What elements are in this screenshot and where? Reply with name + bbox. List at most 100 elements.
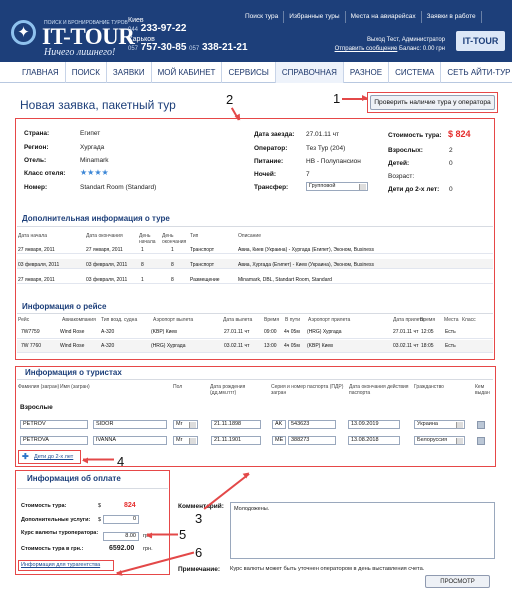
- annotation-arrow-1: [342, 95, 368, 101]
- region-value: Хургада: [80, 144, 105, 151]
- menu-network[interactable]: СЕТЬ АЙТИ-ТУР: [441, 62, 512, 83]
- phone-kiev: 044 233-97-22: [128, 23, 187, 34]
- menu-search[interactable]: ПОИСК: [66, 61, 107, 83]
- top-link-flights[interactable]: Места на авиарейсах: [346, 11, 422, 23]
- annotation-arrow-4: [83, 459, 114, 461]
- name-input[interactable]: IVANNA: [93, 436, 167, 445]
- currency-rate-input[interactable]: 8.00: [103, 532, 139, 541]
- annotation-number-6: 6: [195, 545, 203, 560]
- citizenship-select[interactable]: Белоруссия: [414, 436, 465, 445]
- phone-kharkiv: 057 757-30-85 057 338-21-21: [128, 42, 248, 53]
- currency-rate-label: Курс валюты туроператора:: [21, 530, 99, 536]
- table-row: 27 января, 2011 03 февраля, 2011 1 8 Размеще…: [17, 274, 493, 284]
- main-menu: ГЛАВНАЯ ПОИСК ЗАЯВКИ МОЙ КАБИНЕТ СЕРВИСЫ…: [0, 61, 512, 83]
- top-link-favorites[interactable]: Избранные туры: [284, 11, 346, 23]
- children-label: Детей:: [388, 160, 410, 167]
- tourists-table-header: Фамилия (загран) Имя (загран) Пол Дата рожд…: [18, 384, 490, 396]
- transfer-select[interactable]: Групповой: [306, 182, 368, 191]
- surname-input[interactable]: PETROV: [20, 420, 88, 429]
- passport-series-input[interactable]: ME: [272, 436, 286, 445]
- surname-input[interactable]: PETROVA: [20, 436, 88, 445]
- payment-currency: $: [98, 503, 102, 509]
- menu-requests[interactable]: ЗАЯВКИ: [107, 61, 152, 83]
- birth-date-input[interactable]: 21.11.1901: [211, 436, 261, 445]
- issuer-icon[interactable]: [477, 437, 485, 445]
- message-link[interactable]: Отправить сообщение: [335, 46, 398, 52]
- logo-star-icon: ✦: [11, 20, 36, 45]
- passport-number-input[interactable]: 388273: [288, 436, 336, 445]
- plus-icon[interactable]: ✚: [22, 452, 29, 461]
- flight-table-header: Рейс Авиакомпания Тип возд. судна Аэропорт …: [18, 317, 476, 323]
- food-value: HB - Полупансион: [306, 158, 361, 165]
- logo[interactable]: IT-TOUR: [42, 25, 135, 48]
- payment-price: 824: [124, 502, 136, 509]
- flight-table: 7W7759 Wind Rose A-320 (KBP) Киев 27.01.11 ч…: [17, 326, 493, 354]
- citizenship-select[interactable]: Украина: [414, 420, 465, 429]
- payment-title: Информация об оплате: [27, 474, 121, 483]
- annotation-box-1: [367, 92, 498, 113]
- comment-textarea[interactable]: Молодожены.: [230, 502, 495, 559]
- table-row: 03 февраля, 2011 03 февраля, 2011 8 8 Трансп…: [17, 259, 493, 269]
- page-title: Новая заявка, пакетный тур: [20, 98, 176, 112]
- room-value: Standart Room (Standard): [80, 184, 157, 191]
- add-child-link[interactable]: Дети до 2-х лет: [34, 454, 73, 460]
- birth-date-input[interactable]: 21.11.1898: [211, 420, 261, 429]
- annotation-number-2: 2: [226, 92, 234, 107]
- total-value: 6592.00: [109, 545, 135, 552]
- issuer-icon[interactable]: [477, 421, 485, 429]
- agent-info-link[interactable]: Информация для турагентства: [21, 562, 100, 568]
- menu-reference[interactable]: СПРАВОЧНАЯ: [275, 61, 344, 83]
- transfer-label: Трансфер:: [254, 184, 289, 191]
- payment-price-label: Стоимость тура:: [21, 503, 67, 509]
- top-link-requests[interactable]: Заявки в работе: [422, 11, 482, 23]
- passport-expiry-input[interactable]: 13.09.2019: [348, 420, 400, 429]
- user-line[interactable]: Выход Тест, Администратор: [325, 36, 445, 45]
- table-row: 27 января, 2011 27 января, 2011 1 1 Транспор…: [17, 244, 493, 254]
- passport-number-input[interactable]: 543623: [288, 420, 336, 429]
- menu-misc[interactable]: РАЗНОЕ: [344, 61, 390, 83]
- passport-series-input[interactable]: AK: [272, 420, 286, 429]
- extra-table: 27 января, 2011 27 января, 2011 1 1 Транспор…: [17, 244, 493, 289]
- preview-button[interactable]: ПРОСМОТР: [425, 575, 490, 588]
- gender-select[interactable]: Mr: [173, 436, 198, 445]
- mini-logo: IT-TOUR: [456, 31, 505, 51]
- note-text: Курс валюты может быть уточнен операторо…: [230, 566, 425, 572]
- hotel-stars: ★★★★: [80, 168, 109, 177]
- annotation-number-4: 4: [117, 454, 125, 469]
- extra-services-input[interactable]: 0: [103, 515, 139, 524]
- note-label: Примечание:: [178, 566, 220, 573]
- extra-currency: $: [98, 517, 102, 523]
- annotation-number-1: 1: [333, 91, 341, 106]
- nights-value: 7: [306, 171, 310, 178]
- food-label: Питание:: [254, 158, 284, 165]
- adults-group-title: Взрослые: [20, 404, 53, 411]
- price-value: $ 824: [448, 129, 471, 139]
- logo-slogan: Ничего лишнего!: [44, 47, 116, 58]
- adults-value: 2: [449, 147, 453, 154]
- hotel-value: Minamark: [80, 157, 109, 164]
- infants-label: Дети до 2-х лет:: [388, 186, 440, 193]
- price-label: Стоимость тура:: [388, 132, 442, 139]
- date-label: Дата заезда:: [254, 131, 295, 138]
- user-panel: Выход Тест, Администратор Отправить сооб…: [325, 36, 445, 54]
- annotation-number-5: 5: [179, 527, 187, 542]
- region-label: Регион:: [24, 144, 49, 151]
- menu-services[interactable]: СЕРВИСЫ: [222, 61, 276, 83]
- annotation-arrow-5: [147, 534, 178, 536]
- menu-system[interactable]: СИСТЕМА: [389, 61, 442, 83]
- menu-cabinet[interactable]: МОЙ КАБИНЕТ: [152, 61, 223, 83]
- class-label: Класс отеля:: [24, 170, 66, 177]
- city-phones: Киев 044 233-97-22 Харьков 057 757-30-85…: [128, 17, 248, 55]
- extra-info-title: Дополнительная информация о туре: [22, 214, 170, 223]
- menu-main[interactable]: ГЛАВНАЯ: [0, 61, 66, 83]
- passport-expiry-input[interactable]: 13.08.2018: [348, 436, 400, 445]
- infants-value: 0: [449, 186, 453, 193]
- annotation-box-3: [15, 366, 496, 467]
- name-input[interactable]: SIDOR: [93, 420, 167, 429]
- gender-select[interactable]: Mr: [173, 420, 198, 429]
- top-link-search[interactable]: Поиск тура: [240, 11, 285, 23]
- flight-title: Информация о рейсе: [22, 302, 107, 311]
- extra-services-label: Дополнительные услуги:: [21, 517, 91, 523]
- comment-label: Комментарий:: [178, 503, 224, 510]
- children-value: 0: [449, 160, 453, 167]
